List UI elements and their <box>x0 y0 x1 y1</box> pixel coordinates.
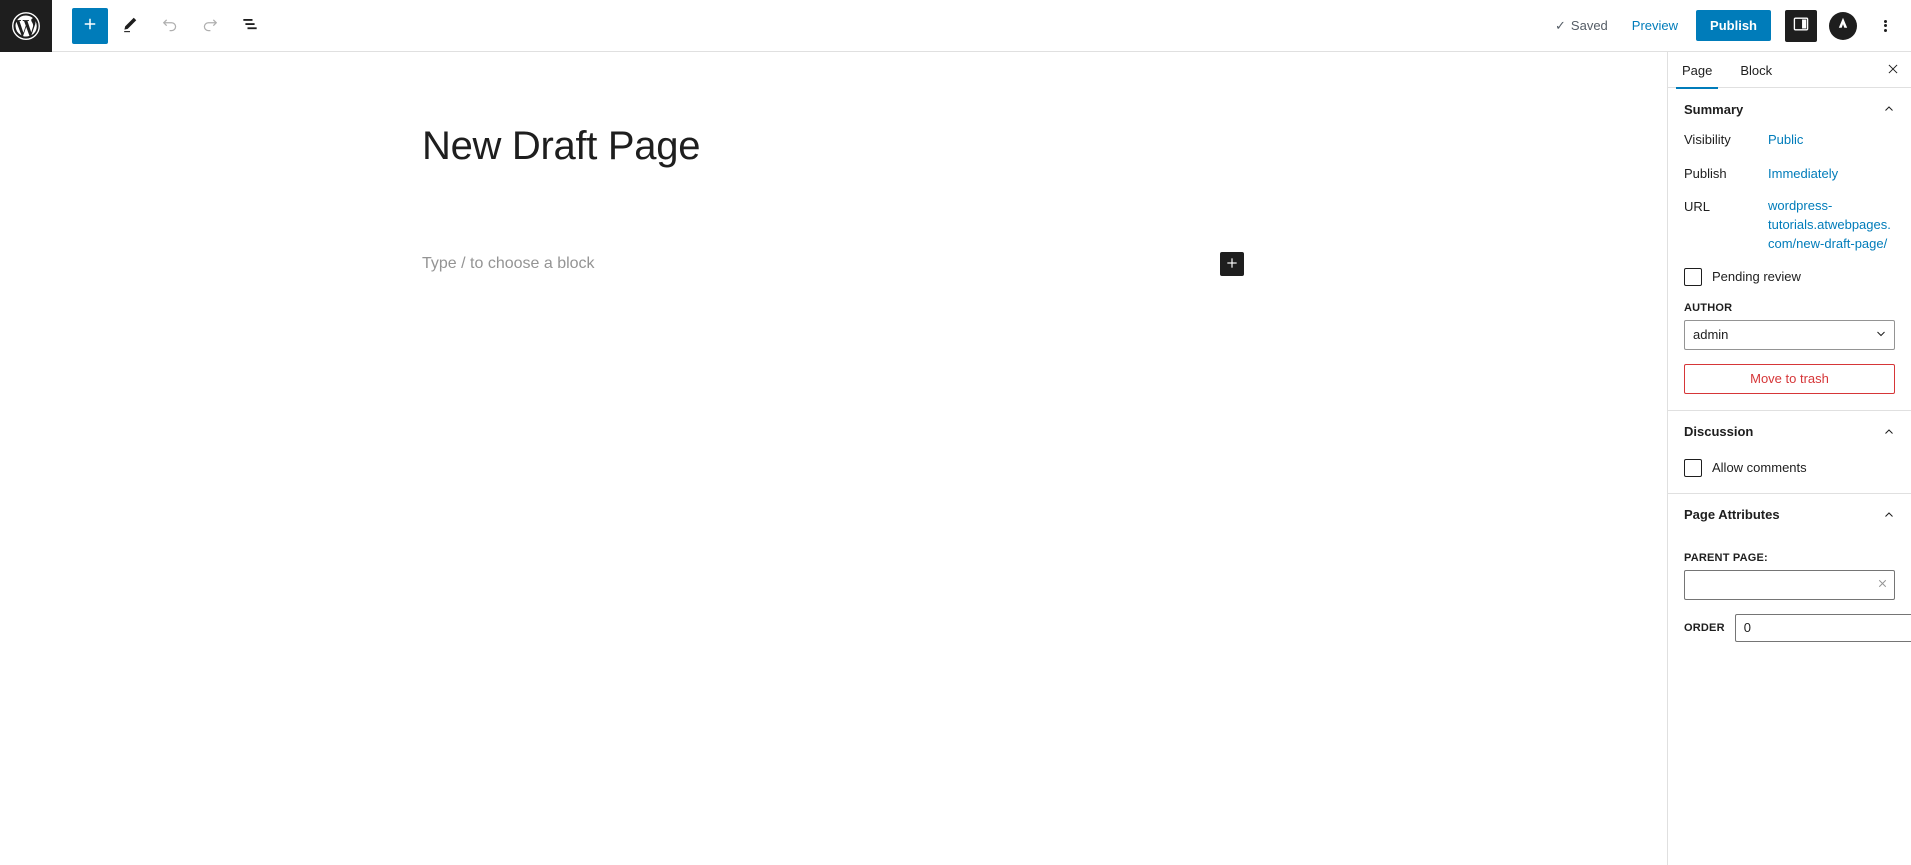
settings-sidebar: Page Block Summary Visibility Public Pub… <box>1667 52 1911 865</box>
pencil-edit-icon <box>120 14 140 37</box>
publish-button[interactable]: Publish <box>1696 10 1771 41</box>
chevron-up-icon <box>1883 103 1895 115</box>
sidebar-tabs: Page Block <box>1668 52 1911 89</box>
order-input[interactable] <box>1734 613 1911 642</box>
document-overview-icon <box>240 14 260 37</box>
pending-review-row: Pending review <box>1684 267 1895 286</box>
editor-canvas[interactable]: New Draft Page Type / to choose a block <box>0 52 1667 865</box>
tab-block[interactable]: Block <box>1726 52 1786 88</box>
chevron-up-icon <box>1883 426 1895 438</box>
jetpack-avatar-button[interactable] <box>1829 11 1857 40</box>
publish-value[interactable]: Immediately <box>1768 164 1895 184</box>
publish-label: Publish <box>1684 165 1727 181</box>
tools-pencil-button[interactable] <box>112 8 148 44</box>
settings-sidebar-toggle-button[interactable] <box>1785 9 1817 42</box>
undo-button[interactable] <box>152 8 188 44</box>
order-label: ORDER <box>1684 621 1725 634</box>
publish-row: Publish Immediately <box>1684 164 1895 184</box>
summary-panel: Summary Visibility Public Publish Immedi… <box>1668 88 1911 411</box>
jetpack-avatar-icon <box>1833 14 1853 37</box>
clear-parent-page-button[interactable] <box>1876 577 1889 593</box>
plus-icon <box>1225 256 1239 273</box>
settings-panel-icon <box>1792 15 1810 36</box>
close-x-icon <box>1886 62 1900 79</box>
inline-block-inserter-button[interactable] <box>1220 252 1244 276</box>
visibility-label: Visibility <box>1684 132 1731 147</box>
discussion-panel: Discussion Allow comments <box>1668 411 1911 494</box>
checkmark-icon: ✓ <box>1555 17 1566 33</box>
visibility-value[interactable]: Public <box>1768 130 1895 150</box>
author-label: AUTHOR <box>1684 301 1733 314</box>
toolbar-left-group <box>52 7 268 44</box>
parent-page-input[interactable] <box>1684 569 1895 600</box>
toolbar-right-group: ✓ Saved Preview Publish <box>1543 9 1911 42</box>
page-attributes-panel-header[interactable]: Page Attributes <box>1684 494 1895 536</box>
author-select[interactable]: admin <box>1684 319 1895 350</box>
allow-comments-checkbox[interactable] <box>1684 458 1702 477</box>
saved-status: ✓ Saved <box>1543 18 1620 34</box>
url-value[interactable]: wordpress-tutorials.atwebpages.com/new-d… <box>1768 197 1895 254</box>
page-attributes-panel-title: Page Attributes <box>1684 507 1780 523</box>
summary-panel-title: Summary <box>1684 101 1744 117</box>
order-field-row: ORDER <box>1684 613 1911 642</box>
block-placeholder-text[interactable]: Type / to choose a block <box>422 252 595 276</box>
parent-page-field-wrap <box>1684 569 1895 600</box>
wordpress-logo-icon <box>11 11 41 41</box>
redo-button[interactable] <box>192 8 228 44</box>
add-block-button[interactable] <box>72 7 108 44</box>
url-row: URL wordpress-tutorials.atwebpages.com/n… <box>1684 197 1895 254</box>
chevron-up-icon <box>1883 509 1895 521</box>
saved-status-label: Saved <box>1570 18 1608 33</box>
editor-top-toolbar: ✓ Saved Preview Publish <box>0 0 1911 52</box>
plus-icon <box>81 15 99 36</box>
allow-comments-row: Allow comments <box>1684 458 1895 477</box>
move-to-trash-button[interactable]: Move to trash <box>1684 363 1895 394</box>
kebab-menu-icon <box>1883 18 1887 33</box>
undo-arrow-icon <box>160 14 180 37</box>
page-title[interactable]: New Draft Page <box>422 122 700 170</box>
tab-page[interactable]: Page <box>1668 52 1726 89</box>
more-options-button[interactable] <box>1869 10 1901 42</box>
close-sidebar-button[interactable] <box>1875 52 1911 88</box>
visibility-row: Visibility Public <box>1684 130 1895 150</box>
discussion-panel-header[interactable]: Discussion <box>1684 411 1895 453</box>
pending-review-label[interactable]: Pending review <box>1712 269 1801 284</box>
allow-comments-label[interactable]: Allow comments <box>1712 460 1807 475</box>
preview-button[interactable]: Preview <box>1620 10 1690 41</box>
parent-page-label: PARENT PAGE: <box>1684 551 1768 564</box>
url-label: URL <box>1684 199 1711 214</box>
wordpress-logo-button[interactable] <box>0 0 52 52</box>
summary-panel-header[interactable]: Summary <box>1684 88 1895 130</box>
redo-arrow-icon <box>200 14 220 37</box>
pending-review-checkbox[interactable] <box>1684 267 1702 286</box>
discussion-panel-title: Discussion <box>1684 424 1754 440</box>
clear-x-icon <box>1876 577 1889 593</box>
page-attributes-panel: Page Attributes PARENT PAGE: ORDER <box>1668 494 1911 658</box>
document-overview-button[interactable] <box>232 8 268 44</box>
author-select-wrap: admin <box>1684 319 1895 350</box>
